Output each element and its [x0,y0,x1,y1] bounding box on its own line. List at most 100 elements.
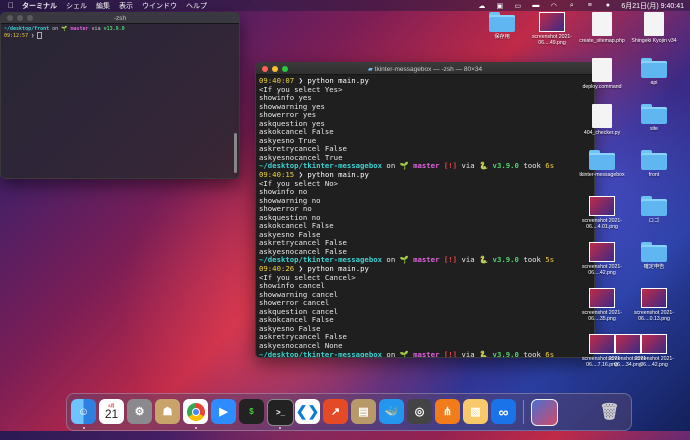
siri-icon[interactable]: ● [603,2,612,9]
status-on: on [386,161,396,171]
image-thumbnail-icon [641,288,667,308]
python-version-text: v3.9.0 [492,161,519,171]
desktop-icon-label: Shingeki Kyojin v34 [631,38,677,44]
branch-label: 🌱 master [399,349,440,358]
folder-icon [641,242,667,262]
menu-help[interactable]: ヘルプ [186,1,207,11]
command-text: python main.py [307,170,369,180]
took-word: took [523,349,541,358]
zoom-app-icon[interactable]: ▶ [211,399,236,424]
scrollbar[interactable] [234,133,237,173]
status-via: via [461,161,475,171]
stocks-icon[interactable]: ↗ [323,399,348,424]
display-icon[interactable]: ▭ [513,2,522,10]
document-icon [592,58,612,82]
desktop-icon-label: screenshot 2021-06....0.13.png [633,310,675,322]
image-thumbnail-icon [589,196,615,216]
status-line: ~/desktop/tkinter-messagebox on 🌱 master… [259,349,591,358]
menu-window[interactable]: ウインドウ [142,1,177,11]
python-version: 🐍 v3.9.0 [479,349,519,358]
vscode-icon[interactable]: ❮❯ [295,399,320,424]
desktop-icon-folder[interactable]: api [622,58,686,86]
desktop-icon-shot[interactable]: screenshot 2021-06....42.png [622,334,686,368]
terminal-output[interactable]: 09:40:07 ❯ python main.py <If you select … [256,75,594,358]
activity-monitor-icon[interactable]: $ [239,399,264,424]
wifi-icon[interactable]: ◠ [549,2,558,10]
quicktime-icon[interactable]: ◎ [407,399,432,424]
preview-icon[interactable]: ▧ [463,399,488,424]
chrome-icon[interactable] [183,399,208,424]
desktop-icon-label: front [648,172,660,178]
finder-icon[interactable]: ☺ [71,399,96,424]
downloads-stack-icon[interactable] [531,399,558,426]
dirty-flag: [!] [443,255,458,265]
menu-edit[interactable]: 編集 [96,1,110,11]
sourcetree-icon[interactable]: ⋔ [435,399,460,424]
control-center-icon[interactable]: ≡ [585,2,594,9]
menu-shell[interactable]: シェル [66,1,87,11]
box-icon[interactable]: ▣ [495,2,504,10]
desktop-icon-label: 確定申告 [643,264,665,270]
image-thumbnail-icon [641,334,667,354]
folder-icon [641,58,667,78]
terminal-titlebar[interactable]: ▰ tkinter-messagebox — -zsh — 80×34 [256,63,594,75]
contacts-icon[interactable]: ☗ [155,399,180,424]
folder-icon [641,196,667,216]
status-on: on [386,255,396,265]
search-icon[interactable]: ⌕ [567,2,576,9]
python-version: 🐍 v3.9.0 [479,161,519,171]
desktop-icon-folder[interactable]: ロゴ [622,196,686,224]
took-duration: 6s [545,161,555,171]
python-version-text: v3.9.0 [492,349,519,358]
prompt-time: 09:40:07 [259,76,295,85]
branch-label: 🌱 master [399,255,440,265]
status-on: on [386,349,396,358]
terminal-window-back[interactable]: -zsh ~/desktop/front on 🌱 master via v13… [0,12,240,179]
document-icon [644,12,664,36]
desktop-icon-folder[interactable]: 確定申告 [622,242,686,270]
desktop-icon-shot[interactable]: screenshot 2021-06....0.13.png [622,288,686,322]
calendar-icon[interactable]: 6月 21 [99,399,124,424]
output-line: <If you select No> [259,178,339,188]
trash-icon[interactable]: 🗑 [597,399,622,424]
docker-icon[interactable]: 🐳 [379,399,404,424]
branch-label: 🌱 master [61,26,89,32]
archive-utility-icon[interactable]: ▤ [351,399,376,424]
menubar-clock[interactable]: 6月21日(月) 9:40:41 [621,1,684,11]
command-text: python main.py [307,76,369,85]
text-cursor [37,32,43,39]
menubar-status-area: ☁ ▣ ▭ ▬ ◠ ⌕ ≡ ● 6月21日(月) 9:40:41 [477,1,684,11]
running-indicator [195,427,197,429]
dirty-flag: [!] [443,161,458,171]
menu-app-name[interactable]: ターミナル [22,1,57,11]
cloud-icon[interactable]: ☁ [477,2,486,10]
apple-icon[interactable]:  [8,1,14,10]
desktop-icon-folder[interactable]: front [622,150,686,178]
prompt-char: ❯ [298,170,303,180]
dirty-flag: [!] [443,349,458,358]
prompt-char: ❯ [298,264,303,274]
running-indicator [83,427,85,429]
terminal-window-main[interactable]: ▰ tkinter-messagebox — -zsh — 80×34 09:4… [255,62,595,358]
infinity-app-icon[interactable]: ∞ [491,399,516,424]
prompt-time: 09:40:26 [259,264,295,274]
terminal-output-back[interactable]: ~/desktop/front on 🌱 master via v13.9.0 … [1,24,239,41]
terminal-icon[interactable]: >_ [267,399,294,426]
system-preferences-icon[interactable]: ⚙ [127,399,152,424]
dock: ☺ 6月 21 ⚙ ☗ ▶ $ >_ ❮❯ ↗ ▤ 🐳 ◎ ⋔ ▧ ∞ 🗑 [66,393,632,431]
took-word: took [523,255,541,265]
node-version: v13.9.0 [103,26,125,32]
running-indicator [279,427,281,429]
menu-bar:  ターミナル シェル 編集 表示 ウインドウ ヘルプ ☁ ▣ ▭ ▬ ◠ ⌕ … [0,0,690,11]
prompt-via: via [91,26,101,32]
menu-view[interactable]: 表示 [119,1,133,11]
desktop-icon-folder[interactable]: site [622,104,686,132]
desktop-icon-label: site [649,126,659,132]
python-version-text: v3.9.0 [492,255,519,265]
document-icon [592,12,612,36]
battery-icon[interactable]: ▬ [531,2,540,9]
desktop-icon-doc[interactable]: Shingeki Kyojin v34 [622,12,686,44]
desktop-icon-label: api [650,80,658,86]
folder-icon [641,150,667,170]
terminal-titlebar-back[interactable]: -zsh [1,13,239,24]
